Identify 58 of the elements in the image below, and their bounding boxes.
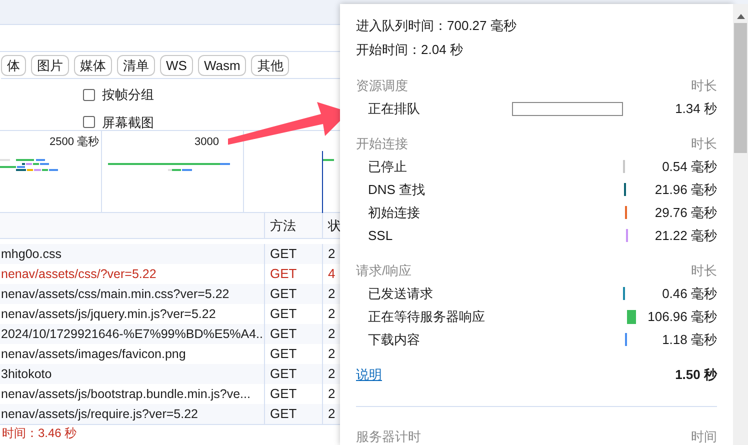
timing-value: 29.76 毫秒 bbox=[654, 204, 717, 222]
section-title: 开始连接 bbox=[356, 134, 408, 153]
column-label: 时间 bbox=[691, 428, 717, 445]
total-time: 1.50 秒 bbox=[675, 366, 717, 384]
timing-label: 下载内容 bbox=[367, 330, 421, 349]
timeline-tick-label: 2500 毫秒 bbox=[49, 134, 99, 150]
column-header[interactable]: 方法 bbox=[265, 213, 323, 238]
table-cell-text: 2 bbox=[327, 325, 336, 344]
queued-time: 进入队列时间：700.27 毫秒 bbox=[356, 17, 518, 35]
section-title: 请求/响应 bbox=[356, 262, 412, 280]
filter-button[interactable]: 媒体 bbox=[74, 54, 112, 76]
scroll-up-icon[interactable] bbox=[736, 14, 744, 19]
timing-value: 1.34 秒 bbox=[674, 100, 717, 118]
filter-button[interactable]: 体 bbox=[1, 54, 26, 76]
table-cell: GET bbox=[265, 404, 323, 424]
table-cell-text: 2 bbox=[327, 405, 336, 424]
filter-button[interactable]: 清单 bbox=[117, 54, 155, 76]
timing-value: 106.96 毫秒 bbox=[646, 308, 717, 326]
timing-value: 1.18 毫秒 bbox=[661, 330, 717, 349]
timing-label: 已发送请求 bbox=[367, 284, 434, 303]
scrollbar[interactable] bbox=[733, 4, 748, 445]
column-label: 时长 bbox=[691, 262, 717, 280]
timing-value: 0.46 毫秒 bbox=[661, 284, 717, 303]
timing-value: 0.54 毫秒 bbox=[661, 158, 717, 176]
filter-button[interactable]: 其他 bbox=[251, 54, 290, 76]
timing-label: 正在等待服务器响应 bbox=[367, 308, 486, 326]
table-cell: nenav/assets/js/require.js?ver=5.22 bbox=[0, 404, 265, 424]
timing-label: SSL bbox=[367, 226, 394, 245]
explanation-link[interactable]: 说明 bbox=[356, 365, 382, 385]
table-cell-text: 2 bbox=[327, 385, 336, 404]
start-time: 开始时间：2.04 秒 bbox=[356, 41, 464, 59]
scrollbar-thumb[interactable] bbox=[734, 23, 747, 153]
filter-button[interactable]: 图片 bbox=[31, 54, 69, 76]
timing-value: 21.96 毫秒 bbox=[654, 180, 717, 199]
timeline-tick-label: 3000 bbox=[194, 135, 219, 150]
column-label: 时长 bbox=[691, 134, 717, 153]
table-cell-text: 2 bbox=[327, 245, 336, 264]
section-title: 服务器计时 bbox=[356, 428, 421, 445]
column-header[interactable]: 状 bbox=[323, 216, 341, 236]
checkbox-label: 屏幕截图 bbox=[102, 114, 154, 132]
status-text: 时间：3.46 秒 bbox=[2, 426, 77, 440]
checkbox[interactable] bbox=[83, 88, 95, 101]
table-cell-text: 2 bbox=[327, 285, 336, 304]
table-cell-text: 2 bbox=[327, 305, 336, 324]
checkbox-label: 按帧分组 bbox=[102, 86, 154, 104]
column-label: 时长 bbox=[691, 76, 717, 95]
timing-label: 已停止 bbox=[367, 158, 408, 176]
table-cell-text: 2 bbox=[327, 345, 336, 364]
checkbox[interactable] bbox=[83, 116, 95, 128]
timing-label: DNS 查找 bbox=[367, 180, 426, 199]
timing-label: 正在排队 bbox=[367, 100, 421, 118]
timing-label: 初始连接 bbox=[367, 204, 421, 222]
table-cell-text: 4 bbox=[327, 265, 336, 284]
table-cell-text: 2 bbox=[327, 365, 336, 384]
section-title: 资源调度 bbox=[356, 76, 408, 95]
timing-value: 21.22 毫秒 bbox=[654, 226, 717, 245]
filter-button[interactable]: Wasm bbox=[198, 54, 246, 76]
filter-button[interactable]: WS bbox=[160, 54, 193, 76]
